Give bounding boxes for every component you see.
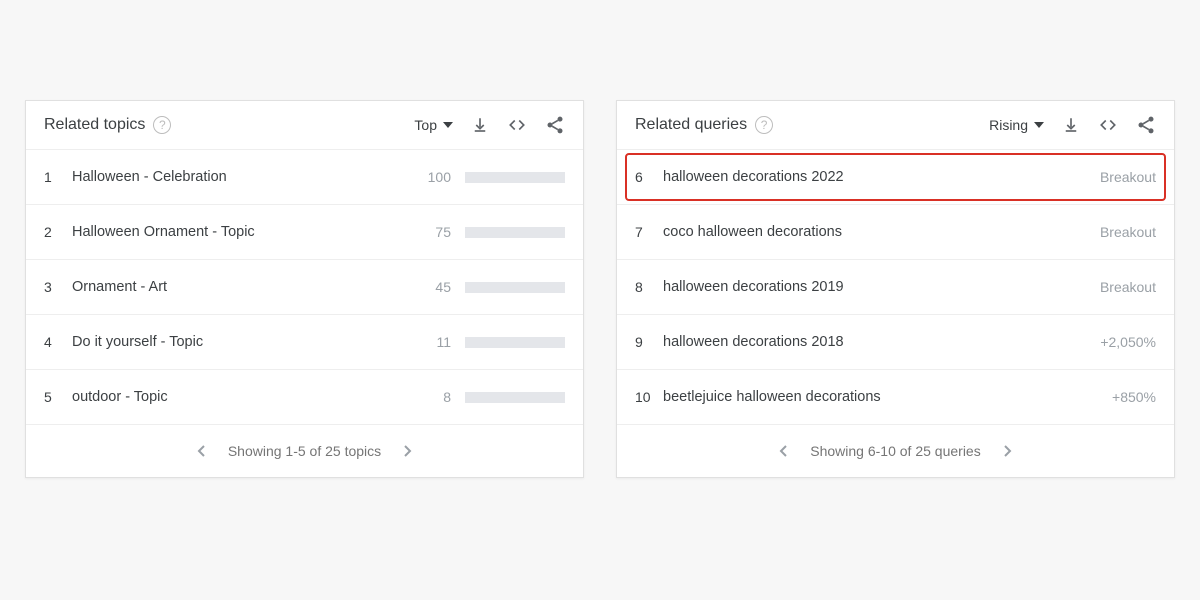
row-rank: 7 [635, 224, 659, 240]
row-rank: 3 [44, 279, 68, 295]
share-icon[interactable] [1136, 115, 1156, 135]
row-label: Do it yourself - Topic [68, 334, 419, 350]
row-metric: Breakout [1076, 169, 1156, 185]
query-row[interactable]: 7coco halloween decorationsBreakout [617, 205, 1174, 260]
row-rank: 4 [44, 334, 68, 350]
related-queries-panel: Related queries ? Rising 6halloween deco… [616, 100, 1175, 478]
panel-title: Related queries [635, 116, 747, 134]
row-label: Halloween Ornament - Topic [68, 224, 419, 240]
topic-row[interactable]: 4Do it yourself - Topic11 [26, 315, 583, 370]
help-icon[interactable]: ? [755, 116, 773, 134]
row-metric: +2,050% [1076, 334, 1156, 350]
query-row[interactable]: 9halloween decorations 2018+2,050% [617, 315, 1174, 370]
row-value: 45 [419, 279, 451, 295]
panel-header: Related topics ? Top [26, 101, 583, 150]
bar-track [465, 392, 565, 403]
download-icon[interactable] [1062, 116, 1080, 134]
sort-label: Rising [989, 117, 1028, 133]
row-label: halloween decorations 2019 [659, 279, 1076, 295]
rows-list: 1Halloween - Celebration1002Halloween Or… [26, 150, 583, 425]
row-label: halloween decorations 2018 [659, 334, 1076, 350]
row-rank: 5 [44, 389, 68, 405]
share-icon[interactable] [545, 115, 565, 135]
row-value: 11 [419, 334, 451, 350]
embed-icon[interactable] [1098, 116, 1118, 134]
query-row[interactable]: 8halloween decorations 2019Breakout [617, 260, 1174, 315]
next-page-button[interactable] [399, 440, 417, 462]
row-label: coco halloween decorations [659, 224, 1076, 240]
prev-page-button[interactable] [774, 440, 792, 462]
bar-track [465, 337, 565, 348]
related-topics-panel: Related topics ? Top 1Halloween - Celebr… [25, 100, 584, 478]
chevron-down-icon [443, 122, 453, 128]
pager-text: Showing 6-10 of 25 queries [810, 443, 980, 459]
row-label: halloween decorations 2022 [659, 169, 1076, 185]
pager: Showing 1-5 of 25 topics [26, 425, 583, 477]
topic-row[interactable]: 2Halloween Ornament - Topic75 [26, 205, 583, 260]
row-rank: 8 [635, 279, 659, 295]
sort-selector[interactable]: Top [414, 117, 453, 133]
row-label: beetlejuice halloween decorations [659, 389, 1076, 405]
row-rank: 2 [44, 224, 68, 240]
embed-icon[interactable] [507, 116, 527, 134]
row-rank: 1 [44, 169, 68, 185]
pager-text: Showing 1-5 of 25 topics [228, 443, 381, 459]
row-value: 8 [419, 389, 451, 405]
query-row[interactable]: 6halloween decorations 2022Breakout [617, 150, 1174, 205]
bar-track [465, 282, 565, 293]
row-value: 100 [419, 169, 451, 185]
topic-row[interactable]: 1Halloween - Celebration100 [26, 150, 583, 205]
panel-header: Related queries ? Rising [617, 101, 1174, 150]
prev-page-button[interactable] [192, 440, 210, 462]
row-rank: 6 [635, 169, 659, 185]
row-metric: Breakout [1076, 279, 1156, 295]
download-icon[interactable] [471, 116, 489, 134]
bar-track [465, 227, 565, 238]
row-metric: Breakout [1076, 224, 1156, 240]
topic-row[interactable]: 5outdoor - Topic8 [26, 370, 583, 425]
row-label: outdoor - Topic [68, 389, 419, 405]
chevron-down-icon [1034, 122, 1044, 128]
topic-row[interactable]: 3Ornament - Art45 [26, 260, 583, 315]
row-label: Ornament - Art [68, 279, 419, 295]
row-metric: +850% [1076, 389, 1156, 405]
sort-label: Top [414, 117, 437, 133]
rows-list: 6halloween decorations 2022Breakout7coco… [617, 150, 1174, 425]
next-page-button[interactable] [999, 440, 1017, 462]
row-rank: 9 [635, 334, 659, 350]
bar-track [465, 172, 565, 183]
row-value: 75 [419, 224, 451, 240]
row-rank: 10 [635, 389, 659, 405]
help-icon[interactable]: ? [153, 116, 171, 134]
panel-title: Related topics [44, 116, 145, 134]
row-label: Halloween - Celebration [68, 169, 419, 185]
query-row[interactable]: 10beetlejuice halloween decorations+850% [617, 370, 1174, 425]
sort-selector[interactable]: Rising [989, 117, 1044, 133]
pager: Showing 6-10 of 25 queries [617, 425, 1174, 477]
